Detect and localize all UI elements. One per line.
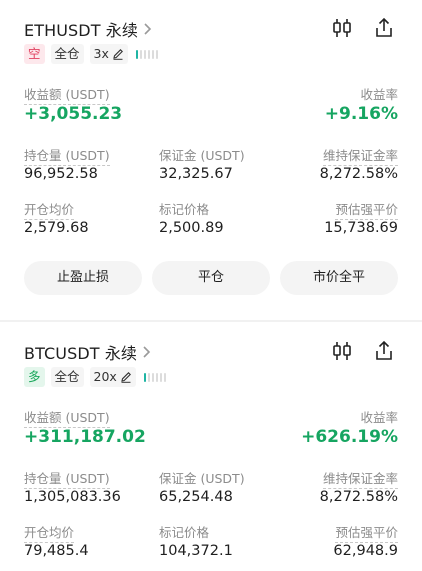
- position-tags: 空 全仓 3x: [24, 44, 158, 64]
- mmr-value: 8,272.58%: [319, 489, 398, 505]
- entry-price-value: 2,579.68: [24, 220, 89, 236]
- position-actions: [330, 16, 396, 40]
- side-badge: 多: [24, 367, 45, 387]
- size-value: 96,952.58: [24, 166, 98, 182]
- risk-level-bars: [135, 49, 158, 59]
- margin-mode-badge[interactable]: 全仓: [50, 367, 84, 387]
- position-card-eth: ETHUSDT 永续 空 全仓 3x 收益额 (USDT) +3,055.23 …: [0, 0, 422, 320]
- liq-price-label: 预估强平价: [335, 199, 398, 220]
- margin-label: 保证金 (USDT): [159, 148, 245, 163]
- position-symbol[interactable]: ETHUSDT 永续: [24, 17, 138, 41]
- pnl-label: 收益额 (USDT): [24, 407, 110, 428]
- position-title-row[interactable]: BTCUSDT 永续: [24, 340, 151, 364]
- candlestick-chart-icon[interactable]: [330, 339, 354, 363]
- position-symbol[interactable]: BTCUSDT 永续: [24, 340, 137, 364]
- mark-price-value: 2,500.89: [159, 220, 224, 236]
- leverage-button[interactable]: 20x: [89, 367, 136, 387]
- margin-label: 保证金 (USDT): [159, 471, 245, 486]
- roe-value: +626.19%: [301, 427, 398, 447]
- position-title-row[interactable]: ETHUSDT 永续: [24, 17, 152, 41]
- candlestick-chart-icon[interactable]: [330, 16, 354, 40]
- mark-price-value: 104,372.1: [159, 543, 233, 559]
- liq-price-label: 预估强平价: [335, 522, 398, 543]
- pencil-icon: [121, 372, 131, 383]
- entry-price-label: 开仓均价: [24, 199, 75, 220]
- share-icon[interactable]: [372, 16, 396, 40]
- margin-value: 65,254.48: [159, 489, 233, 505]
- side-badge: 空: [24, 44, 45, 64]
- position-actions: [330, 339, 396, 363]
- roe-value: +9.16%: [324, 104, 398, 124]
- tp-sl-button[interactable]: 止盈止损: [24, 261, 142, 295]
- mark-price-label: 标记价格: [159, 202, 210, 217]
- size-value: 1,305,083.36: [24, 489, 121, 505]
- liq-price-value: 15,738.69: [324, 220, 398, 236]
- chevron-right-icon[interactable]: [141, 345, 151, 359]
- risk-level-bars: [143, 372, 166, 382]
- size-label: 持仓量 (USDT): [24, 468, 110, 489]
- pnl-label: 收益额 (USDT): [24, 84, 110, 105]
- pnl-value: +311,187.02: [24, 427, 146, 447]
- pencil-icon: [113, 49, 123, 60]
- mmr-label: 维持保证金率: [322, 468, 398, 489]
- mmr-value: 8,272.58%: [319, 166, 398, 182]
- mmr-label: 维持保证金率: [322, 145, 398, 166]
- liq-price-value: 62,948.9: [333, 543, 398, 559]
- leverage-value: 20x: [93, 369, 117, 384]
- chevron-right-icon[interactable]: [142, 22, 152, 36]
- roe-label: 收益率: [360, 87, 398, 102]
- pnl-value: +3,055.23: [24, 104, 123, 124]
- market-close-all-button[interactable]: 市价全平: [280, 261, 398, 295]
- mark-price-label: 标记价格: [159, 525, 210, 540]
- entry-price-label: 开仓均价: [24, 522, 75, 543]
- position-tags: 多 全仓 20x: [24, 367, 166, 387]
- entry-price-value: 79,485.4: [24, 543, 89, 559]
- position-card-btc: BTCUSDT 永续 多 全仓 20x 收益额 (USDT) +311,187.…: [0, 322, 422, 571]
- margin-mode-badge[interactable]: 全仓: [50, 44, 84, 64]
- roe-label: 收益率: [360, 410, 398, 425]
- leverage-value: 3x: [93, 46, 109, 61]
- leverage-button[interactable]: 3x: [89, 44, 128, 64]
- margin-value: 32,325.67: [159, 166, 233, 182]
- size-label: 持仓量 (USDT): [24, 145, 110, 166]
- close-position-button[interactable]: 平仓: [152, 261, 270, 295]
- share-icon[interactable]: [372, 339, 396, 363]
